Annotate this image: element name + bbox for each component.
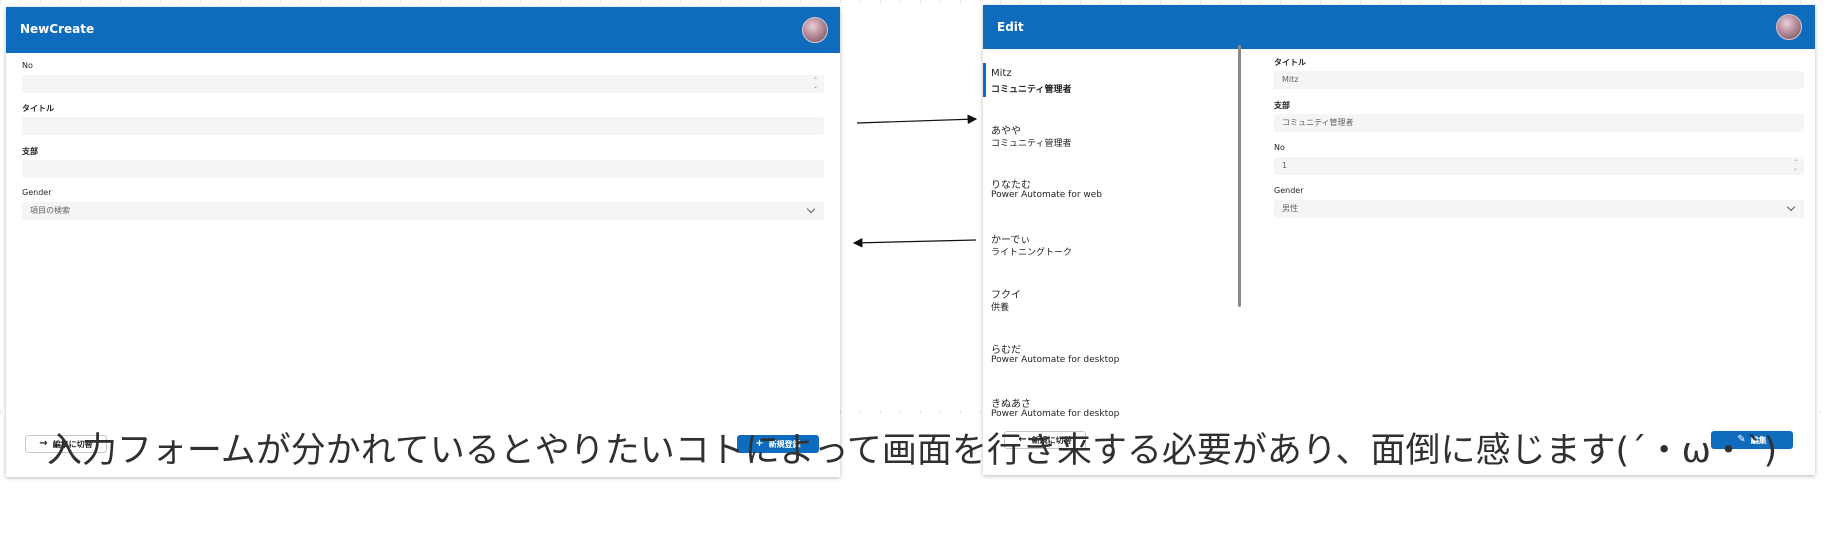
- arrow-to-edit: [856, 114, 978, 125]
- no-label: No: [1274, 143, 1285, 152]
- no-value: 1: [1282, 161, 1288, 170]
- branch-input[interactable]: コミュニティ管理者: [1274, 114, 1804, 132]
- list-item-subtitle: Power Automate for desktop: [991, 409, 1120, 419]
- list-item-name: Mitz: [991, 68, 1012, 79]
- gender-label: Gender: [22, 188, 52, 197]
- list-item-subtitle: 供養: [991, 303, 1010, 313]
- gender-dropdown[interactable]: 男性: [1274, 200, 1804, 218]
- arrow-to-newcreate: [852, 237, 977, 248]
- title-input[interactable]: Mitz: [1274, 71, 1804, 89]
- list-item-subtitle: ライトニングトーク: [991, 248, 1073, 258]
- chevron-down-icon: [1786, 202, 1796, 212]
- edit-header: Edit: [983, 5, 1815, 49]
- gender-placeholder: 項目の検索: [30, 206, 70, 215]
- list-item-subtitle: コミュニティ管理者: [991, 85, 1072, 95]
- branch-label: 支部: [1274, 101, 1290, 110]
- user-avatar[interactable]: [1776, 14, 1802, 40]
- title-input[interactable]: [22, 117, 824, 135]
- edit-screen: Edit Mitz コミュニティ管理者 あやや コミュニティ管理者 りなたむ P…: [983, 5, 1815, 475]
- title-label: タイトル: [22, 104, 54, 113]
- no-input[interactable]: ⌃ ⌄: [22, 75, 824, 93]
- edit-title: Edit: [997, 20, 1024, 34]
- chevron-down-icon: [806, 204, 816, 214]
- list-item-name: あやや: [991, 126, 1021, 137]
- branch-label: 支部: [22, 147, 38, 156]
- branch-input[interactable]: [22, 160, 824, 178]
- user-avatar[interactable]: [802, 17, 828, 43]
- no-label: No: [22, 61, 33, 70]
- list-item-name: らむだ: [991, 345, 1021, 356]
- list-item[interactable]: らむだ Power Automate for desktop: [983, 341, 1217, 387]
- list-item[interactable]: りなたむ Power Automate for web: [983, 176, 1217, 222]
- top-grid-ticks: [0, 0, 1824, 3]
- newcreate-screen: NewCreate No ⌃ ⌄ タイトル 支部 Gender 項目の検索 → 編…: [6, 7, 840, 477]
- gender-value: 男性: [1282, 204, 1298, 213]
- caption-text: 入力フォームが分かれているとやりたいコトによって画面を行き来する必要があり、面倒…: [46, 431, 1778, 471]
- no-spinner-icon[interactable]: ⌃ ⌄: [1793, 160, 1798, 172]
- gallery-scrollbar[interactable]: [1238, 45, 1241, 307]
- list-item-subtitle: コミュニティ管理者: [991, 139, 1072, 149]
- list-item-name: かーでぃ: [991, 235, 1031, 246]
- list-item[interactable]: あやや コミュニティ管理者: [983, 122, 1217, 168]
- flow-arrows: [852, 114, 978, 248]
- gender-label: Gender: [1274, 186, 1304, 195]
- list-item[interactable]: きぬあさ Power Automate for desktop: [983, 395, 1217, 425]
- title-label: タイトル: [1274, 58, 1306, 67]
- list-item-subtitle: Power Automate for web: [991, 190, 1103, 200]
- no-spinner-icon[interactable]: ⌃ ⌄: [813, 78, 818, 90]
- newcreate-title: NewCreate: [20, 22, 95, 36]
- list-item[interactable]: かーでぃ ライトニングトーク: [983, 231, 1217, 277]
- list-item[interactable]: フクイ 供養: [983, 286, 1217, 332]
- no-input[interactable]: 1 ⌃ ⌄: [1274, 157, 1804, 175]
- list-item-subtitle: Power Automate for desktop: [991, 355, 1120, 365]
- newcreate-header: NewCreate: [6, 7, 840, 53]
- list-item-name: きぬあさ: [991, 399, 1031, 410]
- list-item-name: りなたむ: [991, 180, 1031, 191]
- gender-dropdown[interactable]: 項目の検索: [22, 202, 824, 220]
- list-item-name: フクイ: [991, 290, 1021, 301]
- list-item[interactable]: Mitz コミュニティ管理者: [983, 63, 1217, 114]
- selection-indicator: [983, 63, 986, 97]
- record-gallery[interactable]: Mitz コミュニティ管理者 あやや コミュニティ管理者 りなたむ Power …: [983, 49, 1235, 425]
